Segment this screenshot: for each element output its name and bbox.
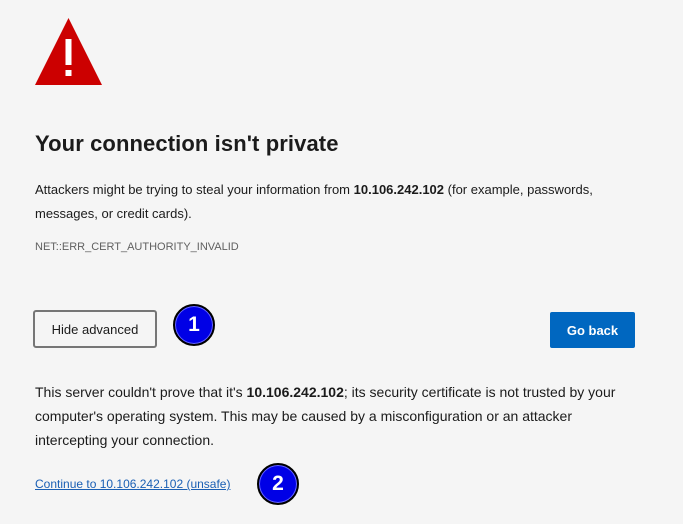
go-back-button[interactable]: Go back	[550, 312, 635, 348]
description-text-before: Attackers might be trying to steal your …	[35, 182, 354, 197]
advanced-explanation: This server couldn't prove that it's 10.…	[35, 380, 645, 452]
explanation-host: 10.106.242.102	[246, 384, 344, 400]
page-title: Your connection isn't private	[35, 131, 339, 156]
hide-advanced-button[interactable]: Hide advanced	[33, 310, 157, 348]
annotation-badge-2: 2	[257, 463, 299, 505]
annotation-badge-1: 1	[173, 304, 215, 346]
error-code: NET::ERR_CERT_AUTHORITY_INVALID	[35, 241, 239, 253]
warning-triangle-icon	[35, 18, 102, 85]
warning-description: Attackers might be trying to steal your …	[35, 178, 635, 226]
description-host: 10.106.242.102	[353, 182, 445, 197]
explanation-text-before: This server couldn't prove that it's	[35, 384, 247, 400]
continue-unsafe-link[interactable]: Continue to 10.106.242.102 (unsafe)	[35, 477, 230, 491]
